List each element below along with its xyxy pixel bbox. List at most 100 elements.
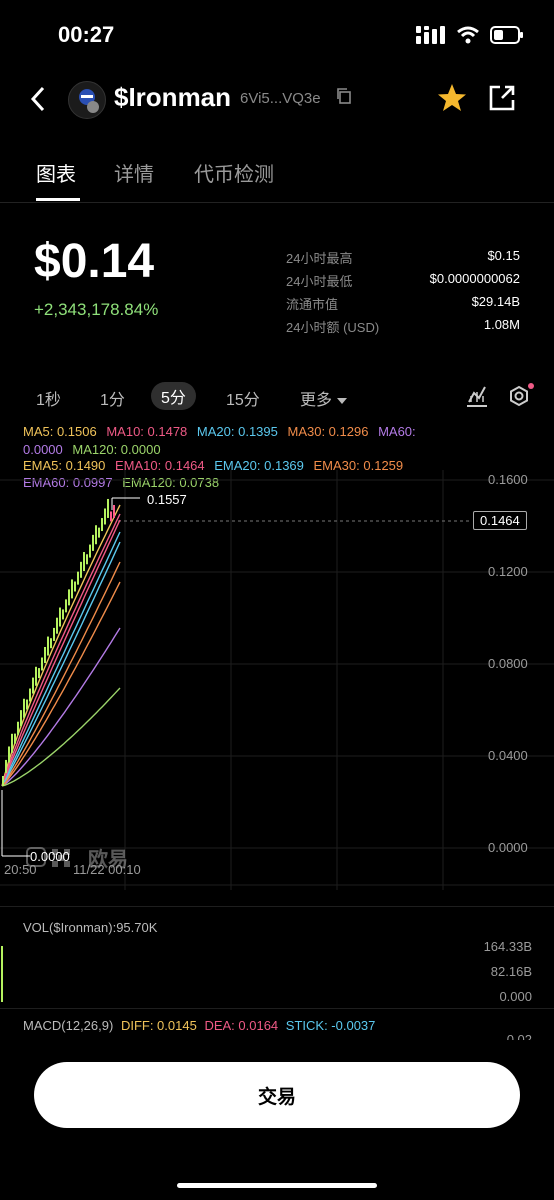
candle: [65, 599, 67, 613]
interval-more[interactable]: 更多: [300, 386, 348, 410]
candle: [50, 638, 52, 649]
candle: [56, 617, 58, 634]
candle: [62, 609, 64, 620]
candle: [8, 746, 10, 763]
status-time: 00:27: [58, 22, 115, 47]
macd-label: MACD(12,26,9): [23, 1018, 114, 1033]
interval-more-label: 更多: [300, 392, 333, 409]
high-price-label: 0.1557: [147, 492, 187, 507]
candle: [47, 636, 49, 656]
candle: [113, 505, 115, 518]
settings-gear-icon[interactable]: [507, 382, 535, 410]
candle: [92, 534, 94, 551]
y-tick-2: 0.1200: [488, 564, 528, 579]
stat-label-market-cap: 流通市值: [286, 297, 339, 312]
back-button[interactable]: [30, 86, 46, 119]
candle: [86, 554, 88, 565]
trade-button[interactable]: 交易: [34, 1062, 520, 1128]
indicator-settings-icon[interactable]: [466, 384, 488, 408]
macd-diff: DIFF: 0.0145: [120, 1018, 197, 1033]
stat-value-24h-high: $0.15: [487, 248, 520, 263]
volume-label: VOL($Ironman):95.70K: [23, 920, 158, 935]
macd-stick: STICK: -0.0037: [285, 1018, 376, 1033]
token-header: $Ironman 6Vi5...VQ3e: [0, 78, 554, 122]
interval-1m[interactable]: 1分: [100, 386, 125, 410]
volume-divider: [0, 906, 554, 907]
candle: [35, 666, 37, 686]
status-bar: 00:27: [0, 0, 554, 70]
candle: [89, 544, 91, 558]
candle: [44, 646, 46, 663]
macd-dea: DEA: 0.0164: [204, 1018, 279, 1033]
ma20-value: MA20: 0.1395: [196, 424, 278, 439]
wifi-icon: [457, 26, 479, 44]
tab-token-check[interactable]: 代币检测: [194, 158, 274, 187]
share-icon[interactable]: [488, 84, 516, 112]
volume-tick-2: 82.16B: [490, 964, 532, 979]
copy-icon[interactable]: [336, 88, 352, 104]
ma120-value: MA120: 0.0000: [72, 442, 161, 457]
interval-15m[interactable]: 15分: [226, 386, 260, 410]
candle: [32, 677, 34, 694]
stat-value-24h-low: $0.0000000062: [429, 271, 520, 286]
candle: [2, 776, 4, 786]
candle: [17, 721, 19, 735]
ma5-value: MA5: 0.1506: [23, 424, 97, 439]
stat-value-24h-volume: 1.08M: [483, 317, 520, 332]
current-price-tag: 0.1464: [473, 511, 527, 530]
candle: [83, 552, 85, 572]
caret-down-icon: [337, 398, 348, 404]
volume-tick-3: 0.000: [499, 989, 532, 1004]
candle: [98, 527, 100, 538]
favorite-star-icon[interactable]: [436, 82, 468, 114]
chart-gridlines: [0, 470, 554, 890]
candle: [59, 607, 61, 627]
signal-icon: [416, 26, 445, 44]
stat-label-24h-high: 24小时最高: [286, 251, 353, 266]
ma30-value: MA30: 0.1296: [287, 424, 369, 439]
candle: [68, 589, 70, 606]
stat-label-24h-low: 24小时最低: [286, 274, 353, 289]
interval-1s[interactable]: 1秒: [36, 386, 61, 410]
tab-details[interactable]: 详情: [114, 158, 154, 187]
tab-chart[interactable]: 图表: [36, 158, 76, 187]
candle: [107, 498, 109, 518]
candle: [29, 688, 31, 702]
candle: [101, 518, 103, 532]
candle: [95, 525, 97, 545]
candle: [5, 759, 7, 773]
macd-tick-partial: 0.02: [506, 1032, 532, 1040]
candle: [110, 511, 112, 522]
ma60-value: 0.0000: [23, 442, 63, 457]
candle: [38, 668, 40, 679]
price-change: +2,343,178.84%: [34, 300, 159, 319]
y-tick-3: 0.0800: [488, 656, 528, 671]
candle: [41, 657, 43, 671]
ma-legend-row-2: 0.0000 MA120: 0.0000: [23, 442, 161, 457]
y-tick-4: 0.0400: [488, 748, 528, 763]
candle: [53, 627, 55, 641]
candlestick-chart[interactable]: [0, 470, 554, 890]
candle: [80, 561, 82, 578]
candle: [14, 733, 16, 744]
volume-bar: [1, 946, 3, 1002]
x-tick-1: 20:50: [4, 862, 37, 877]
battery-icon: [490, 26, 523, 44]
ma-legend-row-1: MA5: 0.1506 MA10: 0.1478 MA20: 0.1395 MA…: [23, 424, 416, 439]
candle: [23, 698, 25, 718]
chevron-left-icon: [30, 86, 45, 112]
candle: [104, 508, 106, 525]
interval-5m[interactable]: 5分: [151, 382, 196, 410]
token-address: 6Vi5...VQ3e: [240, 90, 321, 107]
home-indicator: [177, 1183, 377, 1188]
interval-selector: 1秒 1分 5分 15分 更多: [0, 380, 554, 414]
ironman-mascot-icon: [79, 89, 99, 113]
tab-bar: 图表 详情 代币检测: [0, 150, 554, 203]
candle: [74, 581, 76, 592]
stat-value-market-cap: $29.14B: [471, 294, 520, 309]
ma10-value: MA10: 0.1478: [106, 424, 188, 439]
moving-average-lines: [1, 504, 121, 787]
ma-line: [1, 513, 121, 787]
macd-legend: MACD(12,26,9) DIFF: 0.0145 DEA: 0.0164 S…: [23, 1018, 375, 1033]
current-price: $0.14: [34, 235, 155, 288]
